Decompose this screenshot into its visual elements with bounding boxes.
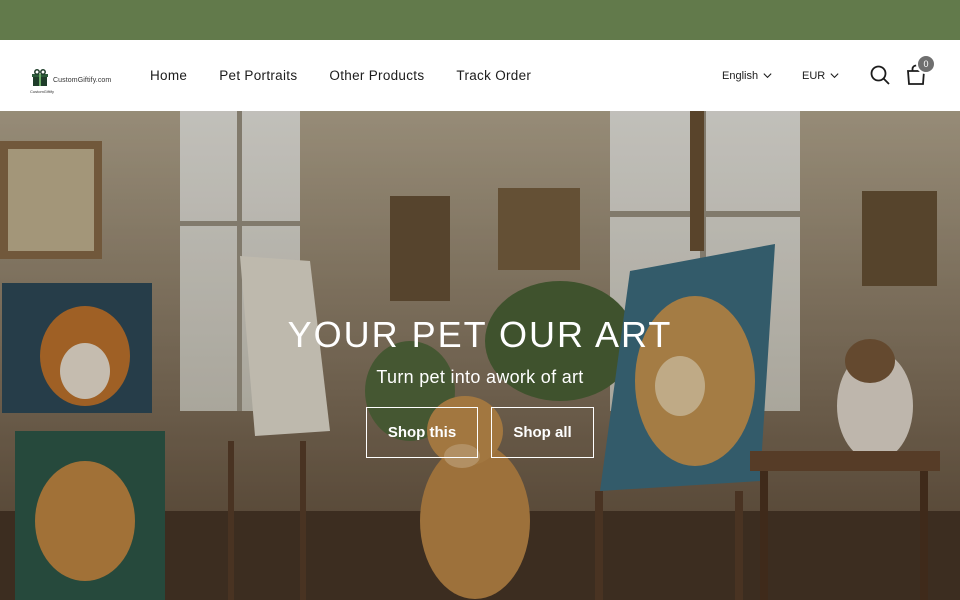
gift-logo-icon (30, 68, 50, 88)
shop-all-button[interactable]: Shop all (491, 407, 594, 458)
hero-heading: YOUR PET OUR ART (287, 314, 673, 355)
currency-selector[interactable]: EUR (802, 40, 840, 111)
logo-subtext: CustomGiftify (30, 89, 55, 94)
site-header: CustomGiftify.com CustomGiftify Home Pet… (0, 40, 960, 111)
shop-this-button[interactable]: Shop this (366, 407, 478, 458)
logo-text: CustomGiftify.com (53, 76, 112, 84)
language-selector[interactable]: English (722, 40, 773, 111)
nav-pet-portraits[interactable]: Pet Portraits (219, 68, 297, 83)
nav-track-order[interactable]: Track Order (456, 68, 531, 83)
language-value: English (722, 69, 759, 82)
hero-subheading: Turn pet into awork of art (376, 367, 584, 387)
announcement-bar (0, 0, 960, 40)
cart-count-badge: 0 (916, 54, 936, 74)
chevron-down-icon (763, 73, 772, 79)
nav-other-products[interactable]: Other Products (329, 68, 424, 83)
search-icon[interactable] (869, 64, 891, 86)
chevron-down-icon (830, 73, 839, 79)
main-nav: Home Pet Portraits Other Products Track … (150, 40, 563, 111)
nav-home[interactable]: Home (150, 68, 187, 83)
currency-value: EUR (802, 69, 826, 82)
hero-banner: YOUR PET OUR ART Turn pet into awork of … (0, 111, 960, 600)
hero-buttons: Shop this Shop all (366, 407, 594, 458)
logo-link[interactable]: CustomGiftify.com CustomGiftify (30, 68, 112, 94)
hero-content: YOUR PET OUR ART Turn pet into awork of … (0, 111, 960, 600)
